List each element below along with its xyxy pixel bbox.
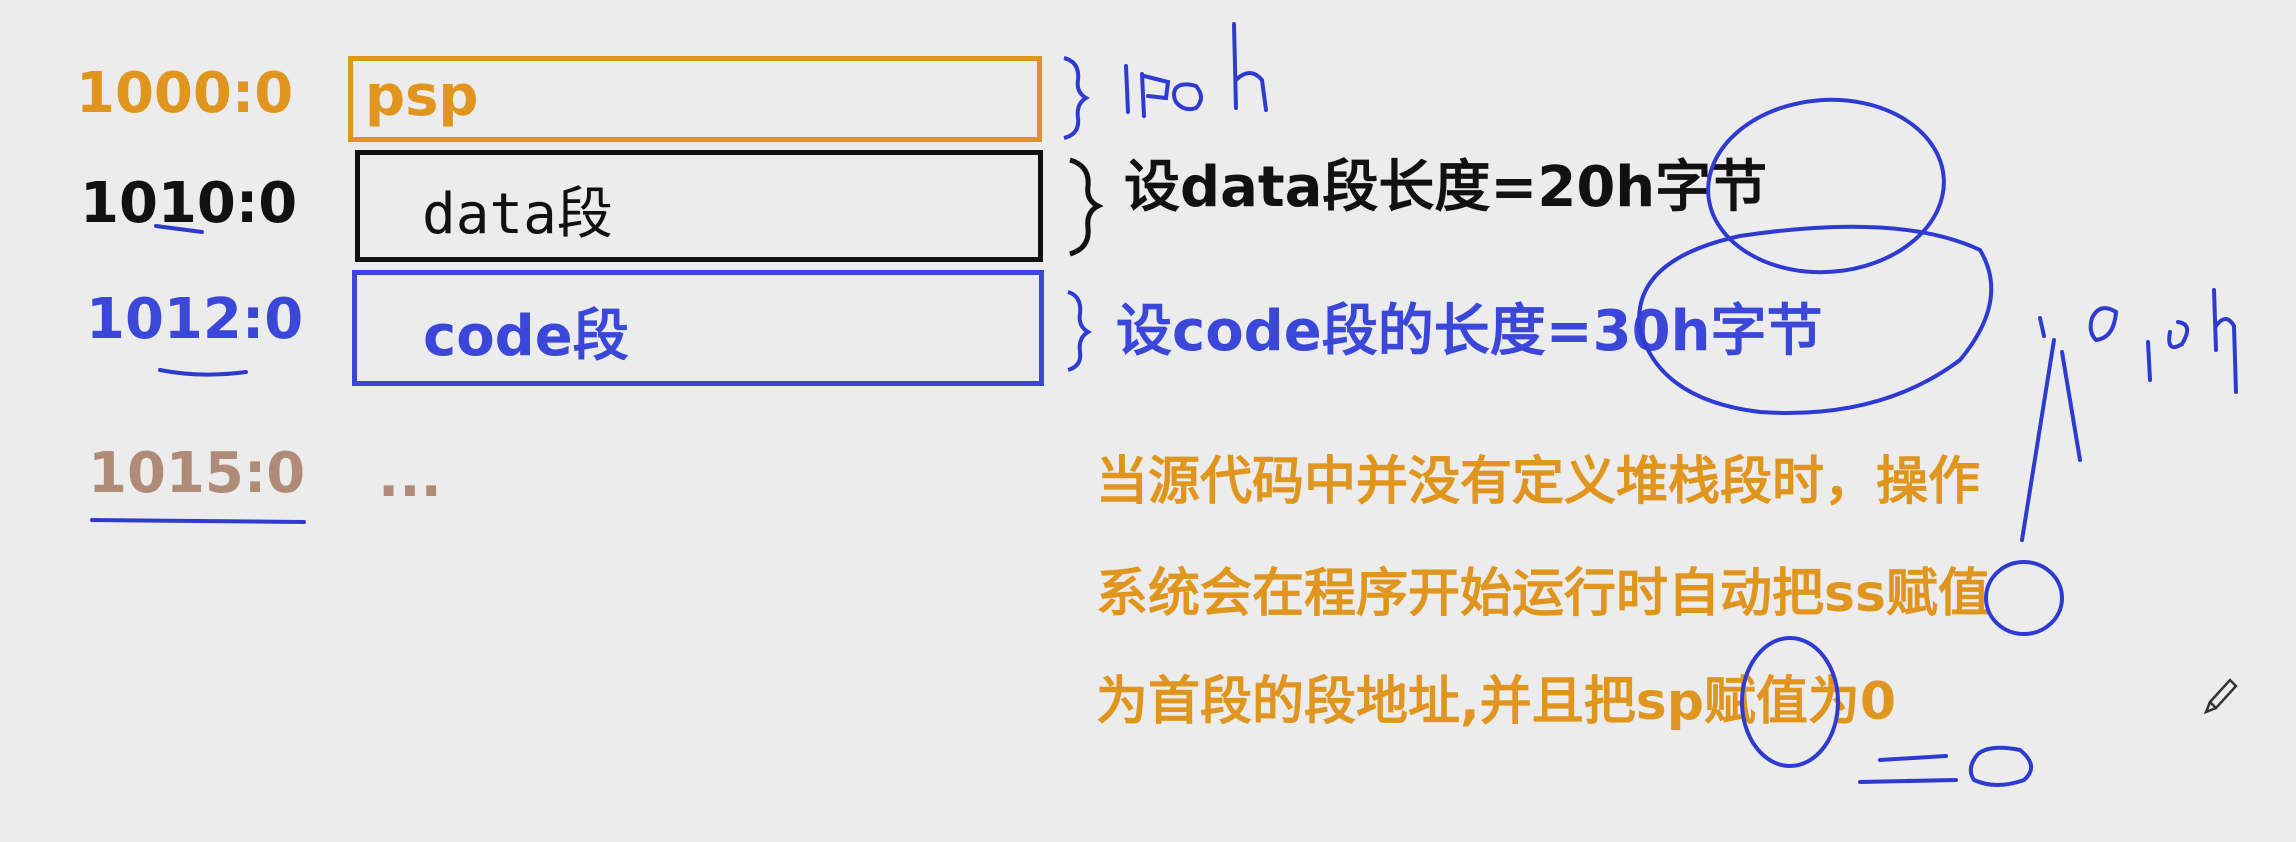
circle-20h <box>1706 97 1946 275</box>
handwritten-100h <box>1124 22 1268 118</box>
circle-30h <box>1637 224 1994 415</box>
circle-ss <box>1984 560 2064 636</box>
psp-brace <box>1063 56 1090 140</box>
circle-sp <box>1740 636 1840 768</box>
underline-1010 <box>154 224 204 234</box>
pencil-cursor-icon <box>2203 678 2238 715</box>
handwritten-1010h <box>2020 288 2238 542</box>
memory-layout-diagram: 1000:0 1010:0 1012:0 1015:0 psp data段 co… <box>0 0 2296 842</box>
underline-1012 <box>158 368 248 377</box>
data-brace <box>1069 157 1104 257</box>
underline-1015 <box>90 518 306 524</box>
handwriting-overlay <box>90 22 2238 787</box>
code-brace <box>1067 290 1092 372</box>
handwritten-sp-zero <box>1858 745 2033 787</box>
